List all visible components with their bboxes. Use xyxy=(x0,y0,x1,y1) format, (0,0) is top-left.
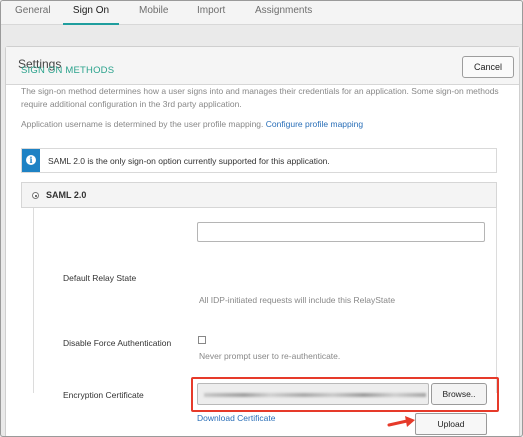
default-relay-state-input[interactable] xyxy=(197,222,485,242)
tab-assignments[interactable]: Assignments xyxy=(255,1,312,25)
section-title: SIGN ON METHODS xyxy=(21,65,115,76)
sign-on-description: The sign-on method determines how a user… xyxy=(21,86,499,109)
saml-radio-button[interactable] xyxy=(32,192,39,199)
relay-state-hint: All IDP-initiated requests will include … xyxy=(199,295,396,305)
username-mapping-text: Application username is determined by th… xyxy=(21,119,264,129)
tab-import[interactable]: Import xyxy=(197,1,225,25)
info-icon: i xyxy=(26,155,36,165)
default-relay-state-label: Default Relay State xyxy=(63,273,137,283)
tab-sign-on[interactable]: Sign On xyxy=(63,1,119,25)
force-auth-hint: Never prompt user to re-authenticate. xyxy=(199,351,341,361)
info-banner-text: SAML 2.0 is the only sign-on option curr… xyxy=(48,156,330,166)
redacted-file-path xyxy=(204,393,426,397)
cancel-button[interactable]: Cancel xyxy=(462,56,514,78)
app-window: General Sign On Mobile Import Assignment… xyxy=(0,0,523,437)
upload-button[interactable]: Upload xyxy=(415,413,487,435)
info-icon-container: i xyxy=(22,149,40,172)
tab-mobile[interactable]: Mobile xyxy=(139,1,168,25)
browse-button[interactable]: Browse.. xyxy=(431,383,487,405)
encryption-certificate-label: Encryption Certificate xyxy=(63,390,144,400)
disable-force-auth-checkbox[interactable] xyxy=(198,336,206,344)
certificate-file-input[interactable] xyxy=(197,383,429,405)
saml-option-label: SAML 2.0 xyxy=(46,190,87,200)
tab-general[interactable]: General xyxy=(15,1,51,25)
saml-option-header: SAML 2.0 xyxy=(21,182,497,208)
red-arrow-icon xyxy=(387,416,415,427)
tab-bar: General Sign On Mobile Import Assignment… xyxy=(1,1,522,25)
disable-force-auth-label: Disable Force Authentication xyxy=(63,338,172,348)
info-banner: i SAML 2.0 is the only sign-on option cu… xyxy=(21,148,497,173)
username-mapping-line: Application username is determined by th… xyxy=(21,119,363,129)
download-certificate-link[interactable]: Download Certificate xyxy=(197,413,275,423)
configure-profile-mapping-link[interactable]: Configure profile mapping xyxy=(266,119,363,129)
